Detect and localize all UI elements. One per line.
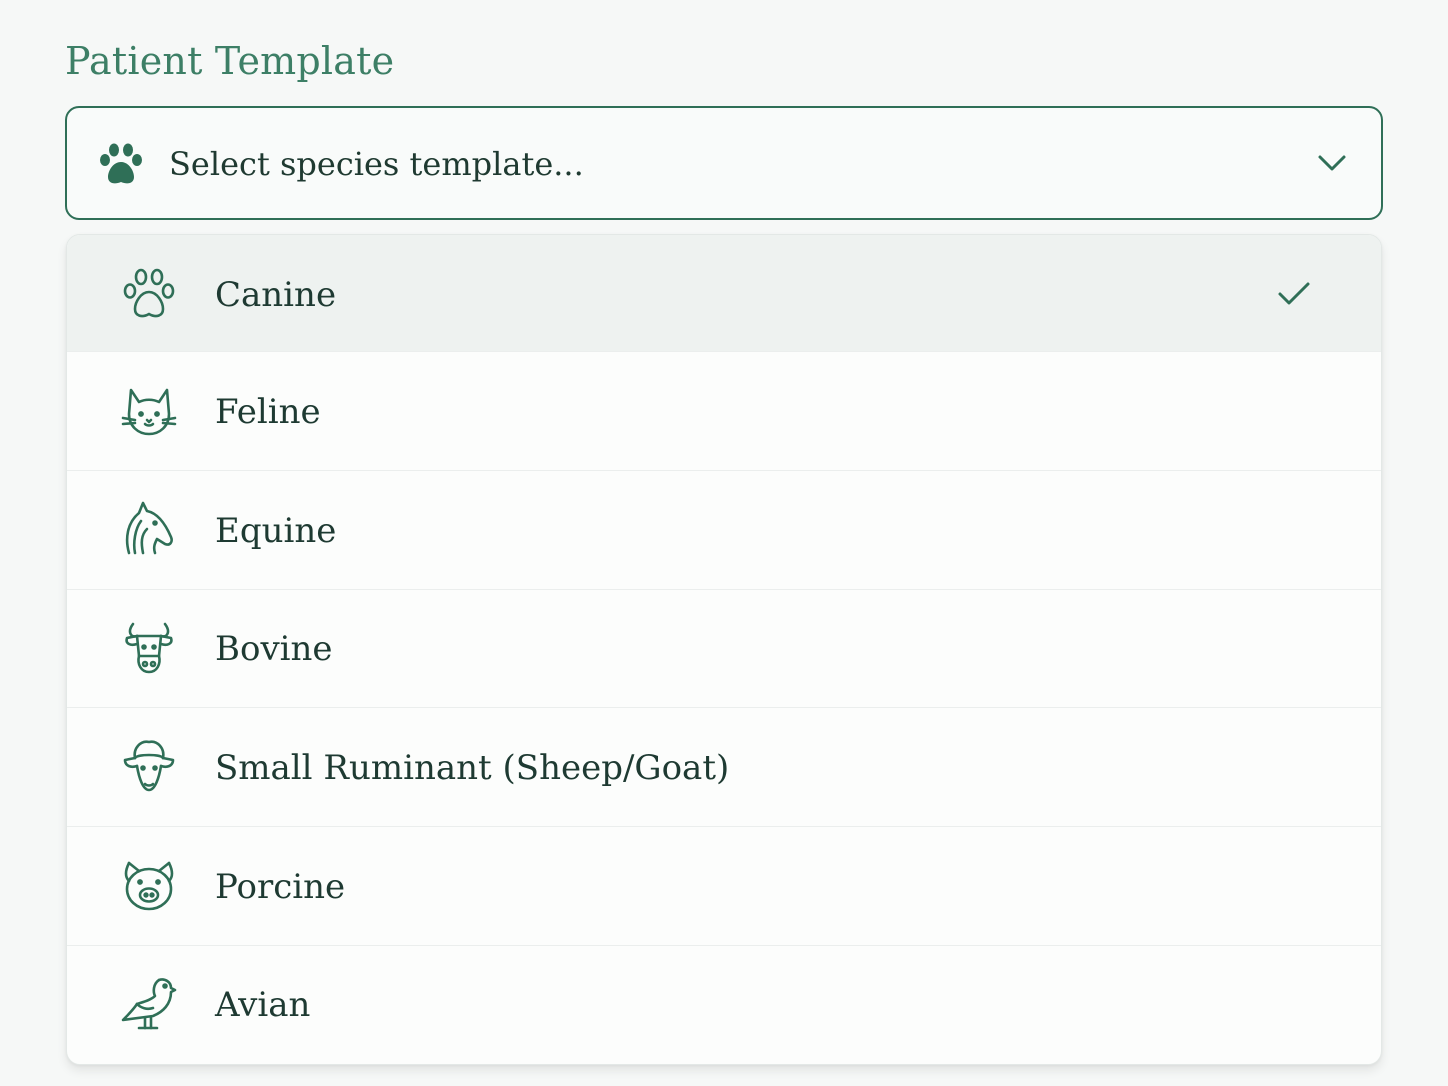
option-label: Bovine	[215, 629, 333, 669]
species-template-select[interactable]: Select species template...	[65, 106, 1383, 220]
option-feline[interactable]: Feline	[67, 352, 1381, 471]
option-canine[interactable]: Canine	[67, 235, 1381, 352]
checkmark-icon	[1277, 280, 1311, 308]
select-placeholder: Select species template...	[169, 145, 584, 183]
paw-icon	[97, 142, 145, 186]
option-porcine[interactable]: Porcine	[67, 827, 1381, 946]
option-bovine[interactable]: Bovine	[67, 590, 1381, 708]
option-label: Feline	[215, 392, 321, 432]
option-label: Avian	[215, 985, 311, 1025]
option-label: Canine	[215, 275, 337, 315]
option-label: Porcine	[215, 867, 346, 907]
bird-icon	[119, 974, 179, 1034]
option-avian[interactable]: Avian	[67, 946, 1381, 1064]
chevron-down-icon[interactable]	[1317, 152, 1347, 174]
option-label: Equine	[215, 511, 337, 551]
pig-icon	[119, 855, 179, 915]
cat-icon	[119, 380, 179, 440]
option-small-ruminant[interactable]: Small Ruminant (Sheep/Goat)	[67, 708, 1381, 827]
option-label: Small Ruminant (Sheep/Goat)	[215, 748, 730, 788]
cow-icon	[119, 618, 179, 678]
horse-icon	[119, 499, 179, 559]
sheep-icon	[119, 736, 179, 796]
field-label: Patient Template	[65, 39, 395, 83]
species-dropdown-list: Canine Feline Equine Bovine Small Rumina…	[66, 234, 1382, 1065]
paw-outline-icon	[119, 265, 179, 325]
option-equine[interactable]: Equine	[67, 471, 1381, 590]
